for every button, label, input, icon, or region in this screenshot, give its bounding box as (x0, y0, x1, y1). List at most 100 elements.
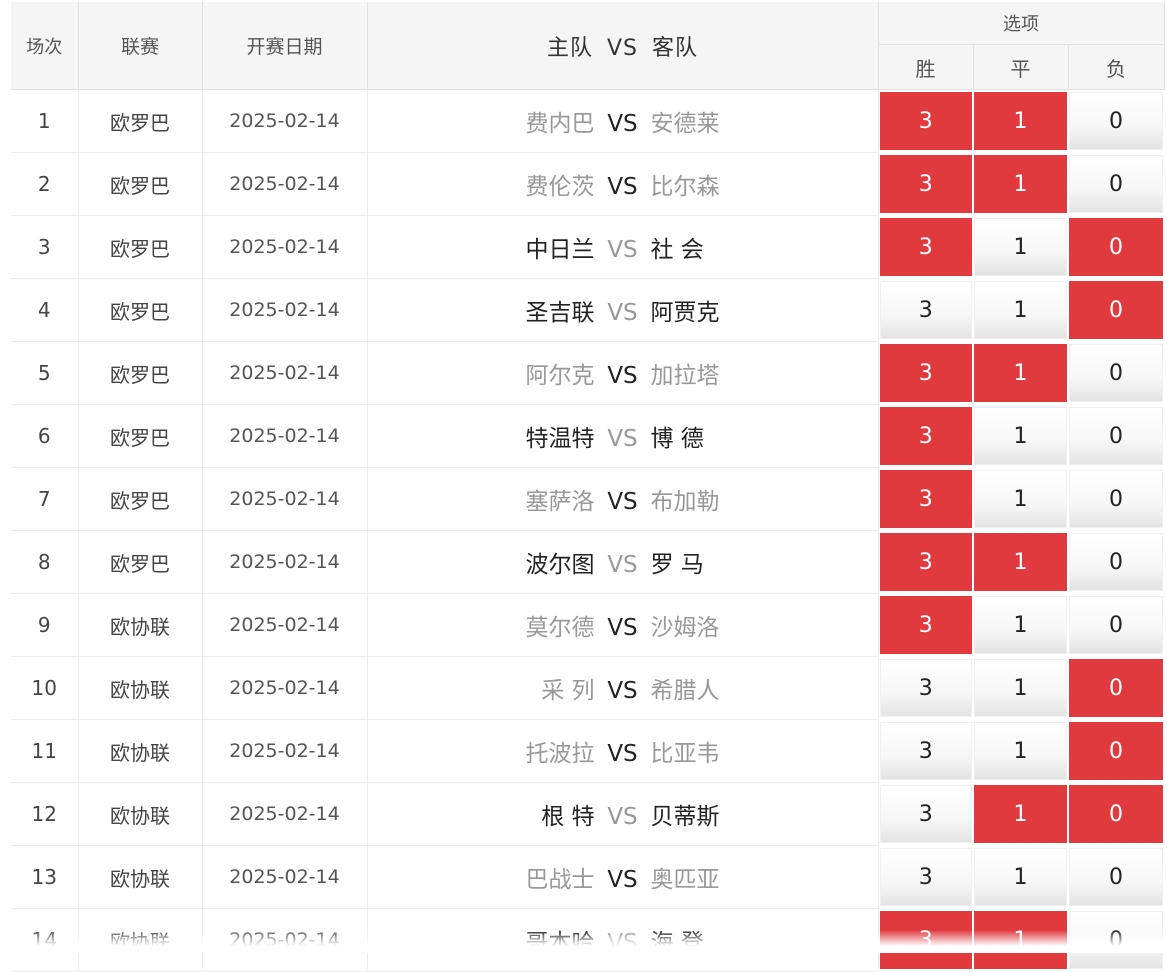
matchup-text: 阿尔克 VS 加拉塔 (368, 356, 878, 390)
matchup: 圣吉联 VS 阿贾克 (367, 278, 879, 342)
option-draw-button[interactable]: 1 (974, 344, 1067, 402)
option-win-button[interactable]: 3 (879, 596, 972, 654)
league-name: 欧协联 (78, 656, 203, 720)
away-team: 加拉塔 (650, 363, 720, 389)
header-date: 开赛日期 (202, 2, 368, 90)
option-draw-button[interactable]: 1 (974, 218, 1067, 276)
match-index: 2 (11, 152, 79, 216)
option-draw-cell: 1 (973, 593, 1068, 657)
option-draw-button[interactable]: 1 (974, 848, 1067, 906)
option-lose-button[interactable]: 0 (1069, 659, 1164, 717)
option-lose-button[interactable]: 0 (1069, 722, 1164, 780)
league-name: 欧罗巴 (78, 215, 203, 279)
league-name: 欧罗巴 (78, 89, 203, 153)
matchup-text: 托波拉 VS 比亚韦 (368, 734, 878, 768)
option-draw-cell: 1 (973, 89, 1068, 153)
option-win-button[interactable]: 3 (879, 470, 972, 528)
option-lose-button[interactable]: 0 (1069, 470, 1164, 528)
option-draw-button[interactable]: 1 (974, 785, 1067, 843)
option-draw-button[interactable]: 1 (974, 659, 1067, 717)
home-team: 托波拉 (525, 741, 595, 767)
option-win-button[interactable]: 3 (879, 659, 972, 717)
option-draw-cell: 1 (973, 404, 1068, 468)
home-team: 巴战士 (525, 867, 595, 893)
option-win-button[interactable]: 3 (879, 722, 972, 780)
matchup-text: 特温特 VS 博 德 (368, 419, 878, 453)
option-lose-button[interactable]: 0 (1069, 344, 1164, 402)
table-row: 13 欧协联 2025-02-14 巴战士 VS 奥匹亚 3 1 0 (11, 845, 1165, 909)
option-draw-button[interactable]: 1 (974, 722, 1067, 780)
option-lose-cell: 0 (1068, 467, 1165, 531)
option-draw-cell: 1 (973, 782, 1068, 846)
option-win-button[interactable]: 3 (879, 785, 972, 843)
match-index: 12 (11, 782, 79, 846)
option-lose-button[interactable]: 0 (1069, 848, 1164, 906)
matchup: 波尔图 VS 罗 马 (367, 530, 879, 594)
option-lose-cell: 0 (1068, 341, 1165, 405)
league-name: 欧协联 (78, 782, 203, 846)
option-draw-button[interactable]: 1 (974, 470, 1067, 528)
option-win-button[interactable]: 3 (879, 407, 972, 465)
match-index: 8 (11, 530, 79, 594)
option-win-button[interactable]: 3 (879, 155, 972, 213)
option-win-button[interactable]: 3 (879, 848, 972, 906)
league-name: 欧罗巴 (78, 467, 203, 531)
option-win-cell: 3 (878, 845, 973, 909)
option-lose-button[interactable]: 0 (1069, 785, 1164, 843)
table-body: 1 欧罗巴 2025-02-14 费内巴 VS 安德莱 3 1 0 2 欧罗巴 2025-02-14 费… (11, 89, 1165, 972)
option-win-button[interactable]: 3 (879, 92, 972, 150)
option-draw-cell: 1 (973, 341, 1068, 405)
league-name: 欧罗巴 (78, 530, 203, 594)
away-team: 安德莱 (650, 111, 720, 137)
matchup: 费伦茨 VS 比尔森 (367, 152, 879, 216)
match-index: 9 (11, 593, 79, 657)
option-draw-button[interactable]: 1 (974, 155, 1067, 213)
vs-label: VS (607, 678, 638, 704)
match-index: 7 (11, 467, 79, 531)
match-index: 5 (11, 341, 79, 405)
option-lose-button[interactable]: 0 (1069, 281, 1164, 339)
matchup-text: 塞萨洛 VS 布加勒 (368, 482, 878, 516)
home-team: 波尔图 (525, 552, 595, 578)
home-team: 中日兰 (525, 237, 595, 263)
home-team: 莫尔德 (525, 615, 595, 641)
option-draw-cell: 1 (973, 278, 1068, 342)
away-team: 沙姆洛 (650, 615, 720, 641)
table-row: 9 欧协联 2025-02-14 莫尔德 VS 沙姆洛 3 1 0 (11, 593, 1165, 657)
away-team: 希腊人 (650, 678, 720, 704)
matchup: 采 列 VS 希腊人 (367, 656, 879, 720)
matchup-text: 费内巴 VS 安德莱 (368, 104, 878, 138)
option-lose-button[interactable]: 0 (1069, 407, 1164, 465)
home-team: 特温特 (525, 426, 595, 452)
option-win-cell: 3 (878, 89, 973, 153)
vs-label: VS (607, 300, 638, 326)
away-team: 贝蒂斯 (650, 804, 720, 830)
option-draw-button[interactable]: 1 (974, 533, 1067, 591)
matchup-text: 采 列 VS 希腊人 (368, 671, 878, 705)
option-win-button[interactable]: 3 (879, 218, 972, 276)
match-date: 2025-02-14 (202, 215, 368, 279)
vs-label: VS (607, 741, 638, 767)
vs-label: VS (607, 552, 638, 578)
option-lose-button[interactable]: 0 (1069, 533, 1164, 591)
option-win-cell: 3 (878, 215, 973, 279)
home-team: 采 列 (541, 678, 595, 704)
table-row: 12 欧协联 2025-02-14 根 特 VS 贝蒂斯 3 1 0 (11, 782, 1165, 846)
option-draw-button[interactable]: 1 (974, 407, 1067, 465)
option-draw-cell: 1 (973, 530, 1068, 594)
option-draw-button[interactable]: 1 (974, 596, 1067, 654)
option-win-button[interactable]: 3 (879, 281, 972, 339)
option-win-button[interactable]: 3 (879, 533, 972, 591)
match-date: 2025-02-14 (202, 404, 368, 468)
option-lose-button[interactable]: 0 (1069, 596, 1164, 654)
match-date: 2025-02-14 (202, 467, 368, 531)
league-name: 欧罗巴 (78, 404, 203, 468)
away-team: 奥匹亚 (650, 867, 720, 893)
option-lose-button[interactable]: 0 (1069, 155, 1164, 213)
option-draw-cell: 1 (973, 656, 1068, 720)
option-draw-button[interactable]: 1 (974, 92, 1067, 150)
option-draw-button[interactable]: 1 (974, 281, 1067, 339)
option-lose-button[interactable]: 0 (1069, 92, 1164, 150)
option-lose-button[interactable]: 0 (1069, 218, 1164, 276)
option-win-button[interactable]: 3 (879, 344, 972, 402)
